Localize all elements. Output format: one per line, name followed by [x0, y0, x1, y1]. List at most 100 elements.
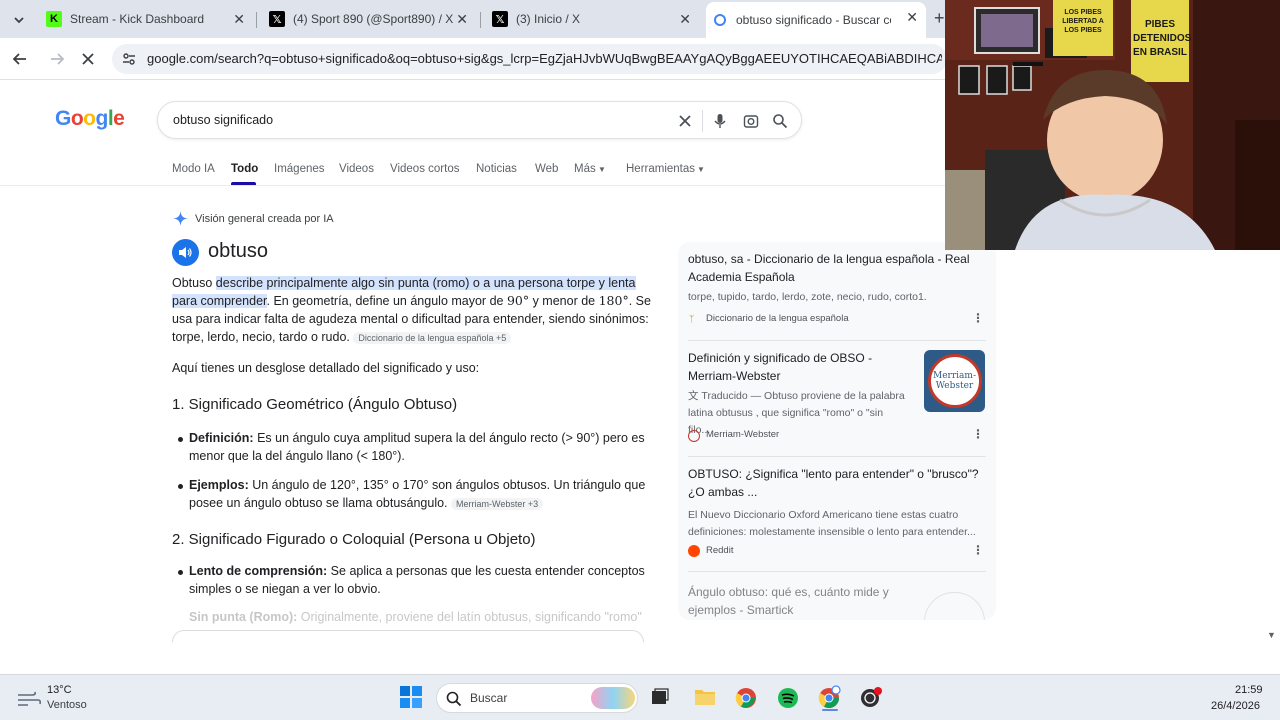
bullet-sin-punta: Sin punta (Romo): Originalmente, provien… — [189, 610, 642, 624]
result-title[interactable]: Ángulo obtuso: qué es, cuánto mide y eje… — [688, 583, 908, 619]
x-icon: 𝕏 — [269, 11, 285, 27]
task-view-button[interactable] — [651, 688, 669, 706]
chrome-button[interactable] — [735, 687, 757, 709]
bullet-dot — [178, 570, 183, 575]
browser-tab[interactable]: 𝕏 (4) Sport 890 (@Sport890) / X ✕ — [261, 4, 476, 34]
bullet-lento: Lento de comprensión: Se aplica a person… — [189, 564, 645, 596]
tab-title: obtuso significado - Buscar con — [736, 13, 891, 27]
search-icon[interactable] — [771, 112, 789, 130]
obs-button[interactable] — [860, 686, 884, 710]
scroll-down-arrow[interactable]: ▼ — [1267, 630, 1276, 640]
section-heading: 2. Significado Figurado o Coloquial (Per… — [172, 531, 536, 548]
result-title[interactable]: Definición y significado de OBSO - Merri… — [688, 349, 898, 385]
forward-button[interactable] — [48, 50, 68, 70]
browser-tab[interactable]: K Stream - Kick Dashboard ✕ — [38, 4, 253, 34]
tab-search-button[interactable] — [10, 11, 28, 29]
spotify-button[interactable] — [777, 687, 799, 709]
chrome-icon — [735, 688, 756, 708]
poster-text: PIBES DETENIDOS EN BRASIL — [1133, 19, 1192, 58]
tab-imagenes[interactable]: Imágenes — [274, 163, 325, 175]
search-input[interactable]: obtuso significado — [173, 113, 273, 127]
webcam-overlay: LOS PIBES LIBERTAD A LOS PIBES PIBES DET… — [945, 0, 1280, 250]
close-icon — [82, 53, 94, 65]
wind-icon — [18, 691, 42, 706]
result-source: Reddit — [706, 545, 734, 556]
close-icon[interactable]: ✕ — [456, 11, 468, 28]
ai-overview-label: Visión general creada por IA — [195, 212, 334, 225]
google-logo[interactable]: Google — [55, 107, 125, 131]
section-heading: 1. Significado Geométrico (Ángulo Obtuso… — [172, 396, 458, 413]
result-title[interactable]: obtuso, sa - Diccionario de la lengua es… — [688, 250, 978, 286]
weather-condition: Ventoso — [47, 699, 87, 711]
webcam-feed — [945, 0, 1280, 250]
tab-web[interactable]: Web — [535, 163, 558, 175]
results-panel: obtuso, sa - Diccionario de la lengua es… — [678, 242, 996, 620]
ai-summary-paragraph: Obtuso describe principalmente algo sin … — [172, 276, 651, 344]
taskbar-search[interactable]: Buscar — [436, 683, 638, 713]
tab-modo-ia[interactable]: Modo IA — [172, 163, 215, 175]
chevron-down-icon: ▼ — [697, 165, 705, 174]
tab-noticias[interactable]: Noticias — [476, 163, 517, 175]
result-snippet: torpe, tupido, tardo, lerdo, zote, necio… — [688, 291, 927, 303]
temperature: 13°C — [47, 684, 72, 696]
more-options-icon[interactable]: ⋮ — [972, 311, 984, 325]
tab-title: (3) Inicio / X — [516, 12, 581, 26]
site-info-icon[interactable] — [121, 51, 137, 72]
divider — [0, 185, 945, 186]
result-thumbnail[interactable]: Merriam- Webster — [924, 350, 985, 412]
result-title[interactable]: OBTUSO: ¿Significa "lento para entender"… — [688, 465, 988, 501]
search-box[interactable]: obtuso significado — [157, 101, 802, 139]
tab-videos[interactable]: Videos — [339, 163, 374, 175]
task-view-icon — [652, 688, 669, 704]
lens-camera-icon[interactable] — [742, 112, 760, 130]
close-icon[interactable]: ✕ — [679, 11, 691, 28]
result-source: Merriam-Webster — [706, 429, 780, 440]
chevron-down-icon — [14, 17, 24, 24]
close-icon[interactable]: ✕ — [906, 9, 918, 26]
start-button[interactable] — [400, 686, 422, 708]
windows-icon — [400, 686, 422, 708]
bullet-dot — [178, 484, 183, 489]
tab-title: Stream - Kick Dashboard — [70, 12, 205, 26]
tab-videos-cortos[interactable]: Videos cortos — [390, 163, 459, 175]
stop-loading-button[interactable] — [79, 50, 99, 70]
listen-button[interactable] — [172, 239, 199, 266]
browser-tab[interactable]: 𝕏 (3) Inicio / X ✕ — [484, 4, 699, 34]
tab-todo[interactable]: Todo — [231, 163, 258, 175]
clock-date[interactable]: 26/4/2026 — [1211, 700, 1260, 712]
clock-time[interactable]: 21:59 — [1235, 684, 1263, 696]
fade-overlay: Sin punta (Romo): Originalmente, provien… — [160, 600, 660, 642]
result-thumbnail[interactable] — [924, 592, 985, 620]
chrome-profile-button[interactable] — [818, 685, 842, 711]
poster-text: LOS PIBES LIBERTAD A LOS PIBES — [1062, 9, 1104, 34]
arrow-right-icon — [51, 53, 65, 65]
browser-tab-active[interactable]: obtuso significado - Buscar con ✕ — [706, 2, 926, 38]
google-icon — [714, 14, 726, 26]
chevron-down-icon: ▼ — [598, 165, 606, 174]
source-chip[interactable]: Diccionario de la lengua española +5 — [353, 332, 512, 344]
more-options-icon[interactable]: ⋮ — [972, 427, 984, 441]
result-snippet: El Nuevo Diccionario Oxford Americano ti… — [688, 509, 976, 538]
clear-icon[interactable] — [676, 112, 694, 130]
file-explorer-button[interactable] — [694, 687, 716, 707]
back-button[interactable] — [11, 50, 31, 70]
kick-icon: K — [46, 11, 62, 27]
close-icon[interactable]: ✕ — [233, 11, 245, 28]
book-icon: ᛉ — [689, 314, 695, 324]
merriam-webster-favicon — [688, 430, 700, 442]
chrome-icon — [818, 685, 841, 708]
ai-intro: Aquí tienes un desglose detallado del si… — [172, 361, 480, 375]
reddit-icon — [688, 545, 700, 557]
more-options-icon[interactable]: ⋮ — [972, 543, 984, 557]
microphone-icon[interactable] — [711, 112, 729, 130]
browser-tab-strip: K Stream - Kick Dashboard ✕ 𝕏 (4) Sport … — [0, 0, 945, 38]
tab-herramientas[interactable]: Herramientas — [626, 163, 695, 175]
source-chip[interactable]: Merriam-Webster +3 — [451, 498, 544, 510]
tab-mas[interactable]: Más — [574, 163, 596, 175]
weather-widget[interactable]: 13°C Ventoso — [14, 683, 124, 715]
address-bar[interactable]: google.com/search?q=obtuso+significado&o… — [112, 44, 947, 74]
new-tab-button[interactable]: + — [934, 8, 945, 29]
spotify-icon — [778, 688, 798, 708]
speaker-icon — [179, 247, 192, 258]
sparkle-icon — [173, 211, 188, 226]
